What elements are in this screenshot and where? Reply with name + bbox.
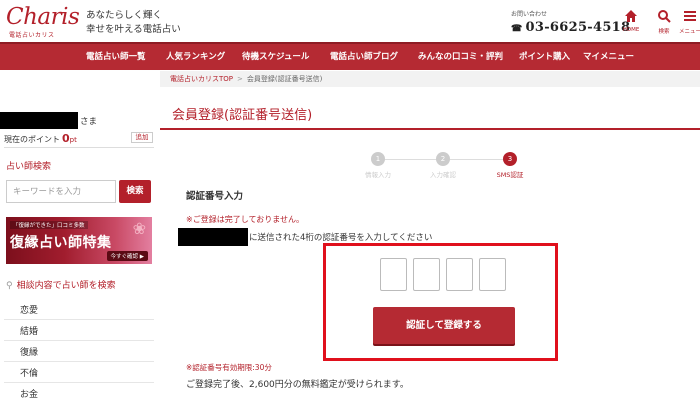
nav-item-ranking[interactable]: 人気ランキング bbox=[166, 44, 225, 70]
breadcrumb-home[interactable]: 電話占いカリスTOP bbox=[170, 75, 233, 83]
search-icon bbox=[658, 10, 671, 23]
menu-icon bbox=[684, 11, 696, 21]
redacted-username bbox=[0, 112, 78, 129]
code-digit-2[interactable] bbox=[413, 258, 440, 291]
category-divider bbox=[4, 361, 154, 362]
phone-number[interactable]: ☎ 03-6625-4518 bbox=[511, 20, 630, 35]
main-nav: 電話占い師一覧 人気ランキング 待機スケジュール 電話占い師ブログ みんなの口コ… bbox=[0, 42, 700, 70]
code-validity-note: ※認証番号有効期限:30分 bbox=[186, 363, 272, 372]
breadcrumb-separator: > bbox=[237, 75, 243, 83]
phone-text: 03-6625-4518 bbox=[525, 20, 631, 35]
step-2-label: 入力確認 bbox=[430, 171, 456, 179]
redacted-phone-number bbox=[178, 228, 248, 246]
category-affair[interactable]: 不倫 bbox=[20, 366, 38, 379]
banner-top-text: 「復縁ができた」口コミ多数 bbox=[10, 221, 88, 229]
reunion-feature-banner[interactable]: ❀ 「復縁ができた」口コミ多数 復縁占い師特集 今すぐ確認 ▶ bbox=[6, 217, 152, 264]
contact-info: お問い合わせ ☎ 03-6625-4518 bbox=[511, 9, 630, 35]
section-label: 認証番号入力 bbox=[186, 191, 244, 202]
code-instruction: に送信された4桁の認証番号を入力してください bbox=[249, 233, 433, 243]
nav-item-schedule[interactable]: 待機スケジュール bbox=[242, 44, 309, 70]
points-unit: pt bbox=[69, 136, 77, 144]
honorific: さま bbox=[80, 117, 98, 127]
points-display: 現在のポイント 0pt bbox=[4, 132, 77, 145]
magnifier-icon: ⚲ bbox=[6, 281, 13, 291]
fortune-teller-search-title: 占い師検索 bbox=[6, 162, 52, 172]
points-label: 現在のポイント bbox=[4, 135, 60, 144]
sidebar: さま 現在のポイント0pt 追加 占い師検索 検索 ❀ 「復縁ができた」口コミ多… bbox=[0, 100, 156, 400]
step-2-circle: 2 bbox=[436, 152, 450, 166]
flower-icon: ❀ bbox=[132, 219, 146, 238]
breadcrumb-current: 会員登録(認証番号送信) bbox=[246, 75, 323, 83]
title-rule bbox=[160, 128, 700, 130]
nav-item-blog[interactable]: 電話占い師ブログ bbox=[330, 44, 398, 70]
nav-item-my-menu[interactable]: マイメニュー bbox=[583, 44, 634, 70]
category-money[interactable]: お金 bbox=[20, 387, 38, 400]
consult-search-label: 相談内容で占い師を検索 bbox=[16, 281, 116, 291]
search-nav-button[interactable]: 検索 bbox=[650, 9, 678, 35]
phone-icon: ☎ bbox=[511, 24, 523, 34]
home-button[interactable]: HOME bbox=[617, 9, 645, 33]
category-reunion[interactable]: 復縁 bbox=[20, 345, 38, 358]
tagline-line-1: あなたらしく輝く bbox=[86, 10, 163, 21]
site-logo[interactable]: Charis 電話占いカリス bbox=[6, 4, 80, 40]
incomplete-warning: ※ご登録は完了しておりません。 bbox=[186, 215, 304, 224]
nav-item-buy-points[interactable]: ポイント購入 bbox=[519, 44, 570, 70]
search-button[interactable]: 検索 bbox=[119, 180, 151, 203]
step-1-label: 情報入力 bbox=[365, 171, 391, 179]
contact-label: お問い合わせ bbox=[511, 11, 548, 18]
nav-item-reviews[interactable]: みんなの口コミ・評判 bbox=[418, 44, 503, 70]
breadcrumb: 電話占いカリスTOP > 会員登録(認証番号送信) bbox=[160, 71, 700, 87]
sidebar-divider bbox=[4, 147, 154, 148]
category-divider bbox=[4, 340, 154, 341]
page-title: 会員登録(認証番号送信) bbox=[172, 108, 313, 123]
free-reading-note: ご登録完了後、2,600円分の無料鑑定が受けられます。 bbox=[186, 380, 409, 390]
nav-item-fortune-tellers[interactable]: 電話占い師一覧 bbox=[86, 44, 146, 70]
code-digit-3[interactable] bbox=[446, 258, 473, 291]
points-value: 0 bbox=[62, 132, 70, 145]
add-points-button[interactable]: 追加 bbox=[131, 132, 153, 143]
code-digit-1[interactable] bbox=[380, 258, 407, 291]
verify-register-button[interactable]: 認証して登録する bbox=[373, 307, 515, 344]
category-divider bbox=[4, 382, 154, 383]
code-digit-4[interactable] bbox=[479, 258, 506, 291]
logo-text: Charis bbox=[6, 4, 80, 30]
tagline: あなたらしく輝く 幸せを叶える電話占い bbox=[86, 9, 181, 37]
category-divider bbox=[4, 319, 154, 320]
tagline-line-2: 幸せを叶える電話占い bbox=[86, 24, 181, 35]
home-icon bbox=[625, 10, 637, 22]
menu-label: メニュー bbox=[678, 29, 700, 35]
consult-search-title: ⚲ 相談内容で占い師を検索 bbox=[6, 278, 116, 291]
category-love[interactable]: 恋愛 bbox=[20, 303, 38, 316]
site-header: Charis 電話占いカリス あなたらしく輝く 幸せを叶える電話占い お問い合わ… bbox=[0, 0, 700, 42]
banner-cta: 今すぐ確認 ▶ bbox=[106, 251, 148, 261]
step-3-label: SMS認証 bbox=[496, 171, 524, 179]
logo-subtext: 電話占いカリス bbox=[9, 32, 55, 39]
banner-main-text: 復縁占い師特集 bbox=[10, 235, 112, 251]
home-label: HOME bbox=[622, 27, 640, 33]
category-marriage[interactable]: 結婚 bbox=[20, 324, 38, 337]
step-1-circle: 1 bbox=[371, 152, 385, 166]
keyword-input[interactable] bbox=[6, 180, 116, 203]
step-3-circle: 3 bbox=[503, 152, 517, 166]
menu-button[interactable]: メニュー bbox=[676, 9, 700, 35]
search-nav-label: 検索 bbox=[658, 29, 670, 35]
